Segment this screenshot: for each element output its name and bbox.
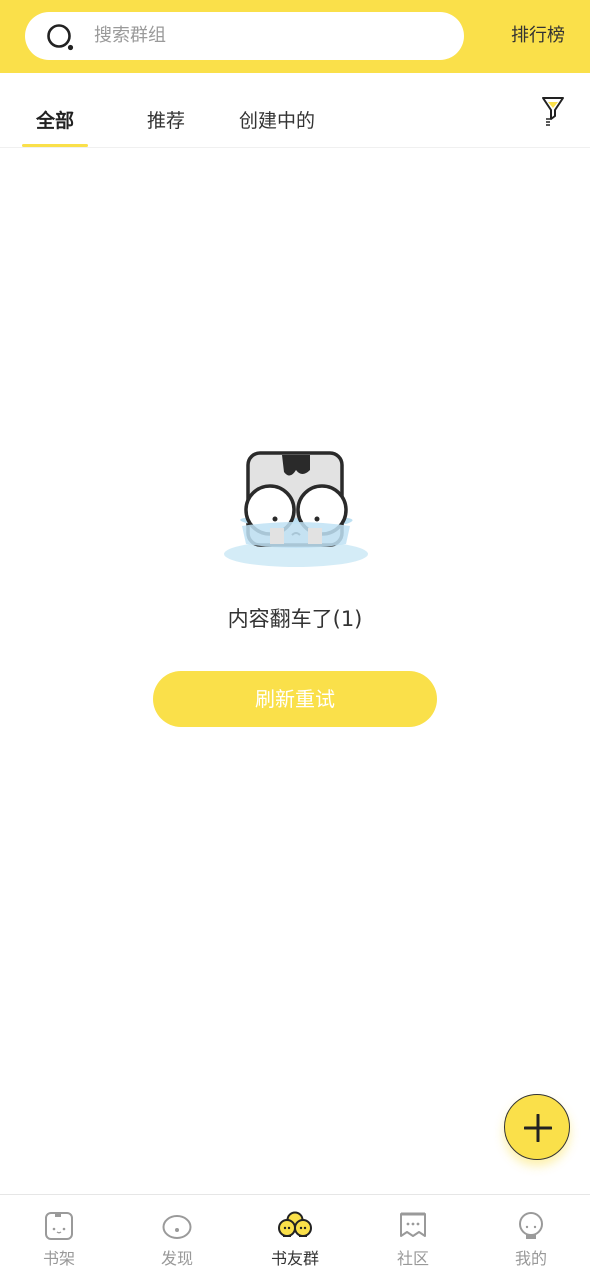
search-placeholder: 搜索群组 bbox=[94, 25, 166, 46]
plus-icon bbox=[524, 1114, 552, 1142]
crying-mascot-illustration bbox=[224, 451, 368, 567]
filter-icon[interactable] bbox=[540, 95, 566, 127]
tab-recommended[interactable]: 推荐 bbox=[147, 109, 185, 133]
nav-label-community: 社区 bbox=[396, 1249, 429, 1268]
active-tab-indicator bbox=[22, 144, 88, 147]
refresh-retry-button[interactable]: 刷新重试 bbox=[153, 671, 437, 727]
discover-icon bbox=[162, 1215, 192, 1239]
top-header: 搜索群组 排行榜 bbox=[0, 0, 590, 73]
tab-bar: 全部 推荐 创建中的 bbox=[0, 73, 590, 148]
empty-state-message: 内容翻车了(1) bbox=[227, 607, 363, 631]
nav-discover[interactable]: 发现 bbox=[118, 1195, 236, 1281]
create-group-fab[interactable] bbox=[504, 1094, 570, 1160]
nav-community[interactable]: 社区 bbox=[354, 1195, 472, 1281]
nav-label-discover: 发现 bbox=[160, 1249, 193, 1268]
ranking-link[interactable]: 排行榜 bbox=[511, 25, 565, 47]
profile-icon bbox=[519, 1212, 543, 1239]
nav-label-book-friends-group: 书友群 bbox=[270, 1249, 319, 1268]
bottom-navigation: 书架 发现 书友群 社区 我的 bbox=[0, 1194, 590, 1281]
bookshelf-icon bbox=[45, 1212, 73, 1240]
tab-all[interactable]: 全部 bbox=[36, 109, 74, 133]
nav-label-profile: 我的 bbox=[514, 1249, 547, 1268]
community-icon bbox=[400, 1212, 426, 1237]
search-bar[interactable]: 搜索群组 bbox=[25, 12, 464, 60]
book-friends-group-icon bbox=[278, 1211, 312, 1237]
nav-bookshelf[interactable]: 书架 bbox=[0, 1195, 118, 1281]
nav-label-bookshelf: 书架 bbox=[42, 1249, 75, 1268]
tab-creating[interactable]: 创建中的 bbox=[239, 109, 315, 133]
search-icon bbox=[47, 24, 74, 51]
nav-profile[interactable]: 我的 bbox=[472, 1195, 590, 1281]
nav-book-friends-group[interactable]: 书友群 bbox=[236, 1195, 354, 1281]
